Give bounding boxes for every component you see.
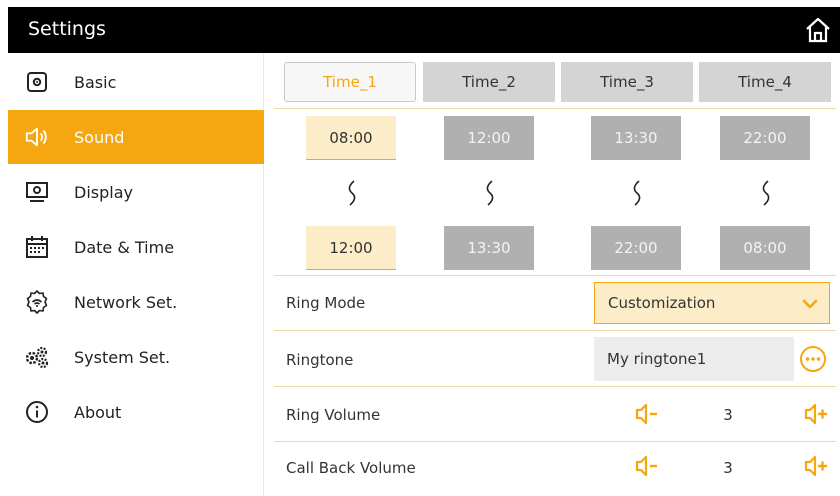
volume-down-icon[interactable]	[634, 454, 660, 478]
sidebar-item-date-time[interactable]: Date & Time	[8, 220, 264, 274]
more-options-icon[interactable]	[799, 345, 827, 373]
tab-time-4[interactable]: Time_4	[699, 62, 831, 102]
divider	[274, 108, 836, 109]
page-title: Settings	[28, 18, 106, 40]
display-icon	[24, 179, 50, 205]
time-2-start: 12:00	[444, 116, 534, 160]
time-3-start: 13:30	[591, 116, 681, 160]
sidebar-item-label: Sound	[74, 127, 125, 147]
ring-mode-value: Customization	[608, 294, 716, 312]
sidebar-item-sound[interactable]: Sound	[8, 110, 264, 164]
gears-icon	[24, 344, 50, 370]
volume-up-icon[interactable]	[803, 454, 829, 478]
ringtone-label: Ringtone	[286, 351, 354, 369]
ring-mode-label: Ring Mode	[286, 294, 366, 312]
calendar-icon	[24, 234, 50, 260]
sidebar-item-label: Network Set.	[74, 292, 178, 312]
sidebar-item-label: Date & Time	[74, 237, 175, 257]
info-icon	[24, 399, 50, 425]
tab-time-3[interactable]: Time_3	[561, 62, 693, 102]
call-back-volume-label: Call Back Volume	[286, 459, 416, 477]
divider	[274, 275, 836, 276]
sidebar-item-about[interactable]: About	[8, 385, 264, 439]
range-tilde-icon	[633, 180, 641, 206]
speaker-icon	[24, 124, 50, 150]
sidebar-item-network-set[interactable]: Network Set.	[8, 275, 264, 329]
volume-down-icon[interactable]	[634, 402, 660, 426]
divider	[274, 441, 836, 442]
volume-up-icon[interactable]	[803, 402, 829, 426]
title-bar: Settings	[8, 7, 840, 53]
ring-volume-label: Ring Volume	[286, 406, 381, 424]
sidebar: Basic Sound Display Date & Time Network …	[8, 53, 264, 496]
ring-volume-value: 3	[723, 406, 733, 424]
chevron-down-icon	[802, 299, 818, 309]
sidebar-item-display[interactable]: Display	[8, 165, 264, 219]
call-back-volume-value: 3	[723, 459, 733, 477]
time-3-end: 22:00	[591, 226, 681, 270]
sidebar-item-label: Display	[74, 182, 133, 202]
sound-settings-panel: Time_1 Time_2 Time_3 Time_4 08:00 12:00 …	[266, 53, 840, 496]
time-1-start[interactable]: 08:00	[306, 116, 396, 160]
tab-time-1[interactable]: Time_1	[284, 62, 416, 102]
range-tilde-icon	[486, 180, 494, 206]
sidebar-item-label: About	[74, 402, 122, 422]
basic-settings-icon	[24, 69, 50, 95]
sidebar-item-basic[interactable]: Basic	[8, 55, 264, 109]
range-tilde-icon	[762, 180, 770, 206]
network-gear-icon	[24, 289, 50, 315]
sidebar-item-system-set[interactable]: System Set.	[8, 330, 264, 384]
time-4-start: 22:00	[720, 116, 810, 160]
tab-time-2[interactable]: Time_2	[423, 62, 555, 102]
time-1-end[interactable]: 12:00	[306, 226, 396, 270]
divider	[274, 330, 836, 331]
sidebar-item-label: System Set.	[74, 347, 171, 367]
divider	[274, 386, 836, 387]
range-tilde-icon	[348, 180, 356, 206]
time-2-end: 13:30	[444, 226, 534, 270]
ring-mode-select[interactable]: Customization	[594, 282, 830, 324]
time-4-end: 08:00	[720, 226, 810, 270]
sidebar-item-label: Basic	[74, 72, 117, 92]
ringtone-field[interactable]: My ringtone1	[594, 337, 794, 381]
home-icon[interactable]	[804, 16, 832, 44]
